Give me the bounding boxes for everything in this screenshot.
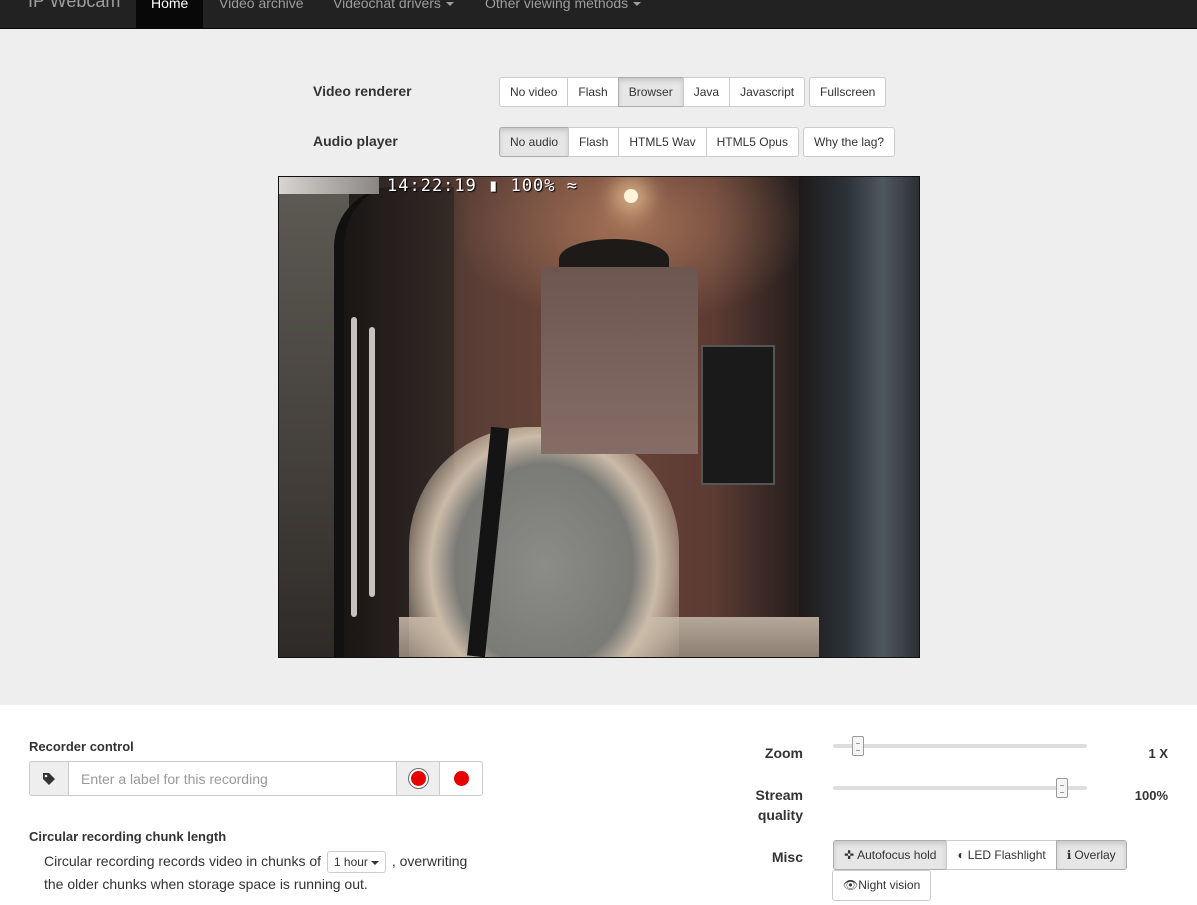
- overlay-button[interactable]: ℹ Overlay: [1055, 840, 1127, 870]
- audio-player-group: No audio Flash HTML5 Wav HTML5 Opus: [499, 127, 799, 157]
- video-renderer-group: No video Flash Browser Java Javascript: [499, 77, 806, 107]
- fullscreen-button[interactable]: Fullscreen: [809, 77, 887, 107]
- quality-slider-handle[interactable]: [1056, 778, 1068, 798]
- nav-home[interactable]: Home: [136, 0, 204, 29]
- record-button[interactable]: [396, 761, 440, 796]
- chevron-down-icon: [370, 861, 379, 866]
- chevron-down-icon: [445, 2, 454, 7]
- video-scene: [701, 345, 775, 485]
- video-scene: [624, 189, 638, 203]
- audio-no-audio-button[interactable]: No audio: [499, 127, 570, 157]
- video-scene: [799, 177, 919, 657]
- recorder-control-title: Recorder control: [29, 739, 134, 754]
- night-vision-label: Night vision: [858, 878, 921, 892]
- brand-link[interactable]: IP Webcam: [28, 0, 120, 12]
- video-scene: [369, 327, 375, 597]
- misc-label: Misc: [771, 849, 803, 865]
- record-icon: [453, 771, 469, 786]
- chunk-length-description: Circular recording records video in chun…: [44, 850, 484, 895]
- nav-videochat-drivers[interactable]: Videochat drivers: [318, 0, 469, 29]
- info-icon: ℹ: [1066, 848, 1072, 862]
- overlay-label: Overlay: [1074, 848, 1116, 862]
- audio-html5-wav-button[interactable]: HTML5 Wav: [618, 127, 707, 157]
- chevron-down-icon: [633, 2, 642, 7]
- autofocus-hold-label: Autofocus hold: [857, 848, 937, 862]
- chunk-length-select[interactable]: 1 hour: [326, 851, 386, 874]
- night-vision-button[interactable]: 👁Night vision: [832, 870, 932, 901]
- half-circle-icon: ◐: [957, 848, 965, 862]
- tag-icon: [29, 761, 69, 796]
- video-renderer-label: Video renderer: [313, 83, 412, 99]
- video-overlay-text: 14:22:19 ▮ 100% ≈: [387, 176, 578, 196]
- eye-icon: 👁: [843, 878, 859, 892]
- chunk-length-title: Circular recording chunk length: [29, 829, 227, 844]
- video-scene: [409, 427, 679, 657]
- zoom-label: Zoom: [764, 745, 803, 761]
- video-overlay-bar: [279, 177, 379, 194]
- recorder-input-group: [29, 761, 483, 796]
- chunk-text-before: Circular recording records video in chun…: [44, 853, 322, 869]
- renderer-javascript-button[interactable]: Javascript: [729, 77, 806, 107]
- nav-video-archive-label: Video archive: [219, 0, 304, 11]
- renderer-flash-button[interactable]: Flash: [567, 77, 619, 107]
- audio-player-label: Audio player: [313, 133, 398, 149]
- nav-other-viewing-label: Other viewing methods: [485, 0, 629, 11]
- video-stream[interactable]: 14:22:19 ▮ 100% ≈: [278, 176, 920, 658]
- zoom-value: 1 X: [1148, 746, 1168, 761]
- misc-button-group: ✜ Autofocus hold ◐ LED Flashlight ℹ Overlay: [833, 840, 1127, 870]
- nav-other-viewing-methods[interactable]: Other viewing methods: [470, 0, 656, 29]
- lag-group: Why the lag?: [803, 127, 896, 157]
- crosshair-icon: ✜: [844, 848, 855, 862]
- fullscreen-group: Fullscreen: [809, 77, 887, 107]
- navbar: IP Webcam Home Video archive Videochat d…: [0, 0, 1197, 29]
- nav-videochat-drivers-label: Videochat drivers: [333, 0, 441, 11]
- recording-label-input[interactable]: [69, 761, 397, 796]
- quality-slider[interactable]: [833, 778, 1087, 798]
- stream-quality-label: Stream quality: [755, 787, 803, 823]
- face-blur: [541, 267, 698, 454]
- renderer-no-video-button[interactable]: No video: [499, 77, 569, 107]
- chunk-length-value: 1 hour: [333, 855, 368, 870]
- record-icon: [410, 771, 426, 786]
- autofocus-hold-button[interactable]: ✜ Autofocus hold: [833, 840, 948, 870]
- nav-video-archive[interactable]: Video archive: [204, 0, 319, 29]
- video-scene: [351, 317, 357, 617]
- nav-home-label: Home: [151, 0, 189, 11]
- renderer-browser-button[interactable]: Browser: [617, 77, 684, 107]
- why-the-lag-button[interactable]: Why the lag?: [803, 127, 896, 157]
- zoom-slider-handle[interactable]: [852, 736, 864, 756]
- led-flashlight-label: LED Flashlight: [967, 848, 1046, 862]
- audio-html5-opus-button[interactable]: HTML5 Opus: [705, 127, 799, 157]
- audio-flash-button[interactable]: Flash: [568, 127, 620, 157]
- quality-value: 100%: [1134, 788, 1168, 803]
- zoom-slider[interactable]: [833, 736, 1087, 756]
- record-circular-button[interactable]: [439, 761, 483, 796]
- renderer-java-button[interactable]: Java: [682, 77, 731, 107]
- led-flashlight-button[interactable]: ◐ LED Flashlight: [946, 840, 1057, 870]
